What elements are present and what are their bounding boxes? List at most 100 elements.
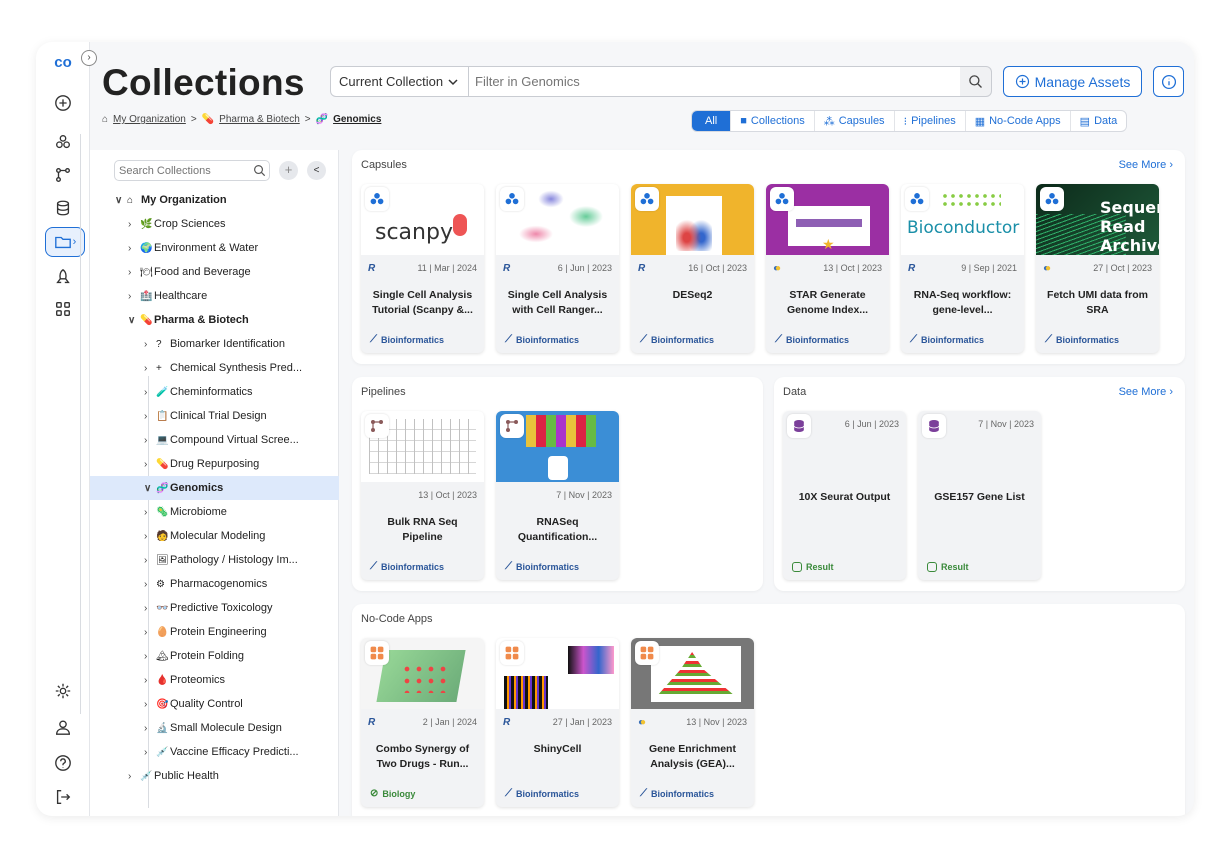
card-title: 10X Seurat Output	[798, 491, 891, 503]
chevron-right-icon: ›	[144, 650, 148, 662]
tree-item[interactable]: › 🖼 Pathology / Histology Im...	[90, 548, 339, 572]
tab-pipelines[interactable]: ⁝ Pipelines	[895, 111, 966, 131]
tree-item[interactable]: › 🔬 Small Molecule Design	[90, 716, 339, 740]
data-card[interactable]: 7 | Nov | 2023 GSE157 Gene List Result	[918, 411, 1041, 580]
no-code-apps-heading: No-Code Apps	[361, 613, 433, 625]
pipeline-card[interactable]: 13 | Oct | 2023 Bulk RNA Seq Pipeline ⟋ Bio…	[361, 411, 484, 580]
tree-item[interactable]: › 🎯 Quality Control	[90, 692, 339, 716]
tab-all[interactable]: All	[692, 111, 732, 131]
tab-data[interactable]: ▤ Data	[1071, 111, 1127, 131]
dna-icon: ⟋	[910, 334, 917, 345]
capsules-nav-icon[interactable]	[45, 127, 81, 157]
tree-item-label: Genomics	[170, 482, 224, 494]
manage-assets-button[interactable]: Manage Assets	[1003, 66, 1142, 97]
data-card[interactable]: 6 | Jun | 2023 10X Seurat Output Result	[783, 411, 906, 580]
tree-item[interactable]: › 🏥 Healthcare	[90, 284, 339, 308]
tree-item[interactable]: ∨ 💊 Pharma & Biotech	[90, 308, 339, 332]
help-icon[interactable]	[45, 748, 81, 778]
capsule-card[interactable]: R 16 | Oct | 2023 DESeq2 ⟋ Bioinformatics	[631, 184, 754, 353]
tree-item[interactable]: › 🧪 Cheminformatics	[90, 380, 339, 404]
chevron-right-icon: ›	[144, 338, 148, 350]
tree-item[interactable]: ›? Biomarker Identification	[90, 332, 339, 356]
card-date: 27 | Oct | 2023	[1093, 263, 1152, 273]
capsule-card[interactable]: R 6 | Jun | 2023 Single Cell Analysis with…	[496, 184, 619, 353]
collapse-tree-button[interactable]: <	[307, 161, 326, 180]
collections-nav-icon[interactable]: ›	[45, 227, 85, 257]
pipelines-panel: Pipelines 13 | Oct | 2023 Bulk RNA Seq Pi…	[352, 377, 763, 591]
info-button[interactable]	[1153, 66, 1184, 97]
app-card[interactable]: R 27 | Jan | 2023 ShinyCell ⟋ Bioinformatics	[496, 638, 619, 807]
card-title: DESeq2	[672, 289, 713, 301]
r-language-icon: R	[908, 262, 916, 274]
tree-item[interactable]: › 📋 Clinical Trial Design	[90, 404, 339, 428]
dna-icon: ⟋	[505, 334, 512, 345]
search-icon	[969, 75, 982, 88]
tab-collections[interactable]: ■ Collections	[731, 111, 815, 131]
breadcrumb-my-organization[interactable]: My Organization	[113, 114, 186, 125]
page-title: Collections	[102, 62, 305, 103]
tree-item-label: Public Health	[154, 770, 219, 782]
capsule-card[interactable]: ★ ●● 13 | Oct | 2023 STAR Generate Genome I…	[766, 184, 889, 353]
chevron-down-icon: ∨	[144, 482, 152, 494]
app-card[interactable]: R 2 | Jan | 2024 Combo Synergy of Two Drug…	[361, 638, 484, 807]
category-tag: ⊘ Biology	[370, 788, 415, 799]
expand-rail-button[interactable]: ›	[81, 50, 97, 66]
collection-emoji-icon: 🦠	[156, 506, 169, 518]
pipeline-card[interactable]: 7 | Nov | 2023 RNASeq Quantification... ⟋ B…	[496, 411, 619, 580]
card-title: ShinyCell	[533, 743, 582, 755]
tree-root[interactable]: ∨ ⌂ My Organization	[90, 188, 339, 212]
card-meta: ●● 13 | Nov | 2023	[631, 712, 754, 732]
tree-item[interactable]: › ⚙ Pharmacogenomics	[90, 572, 339, 596]
info-icon	[1161, 74, 1176, 89]
add-collection-button[interactable]: +	[279, 161, 298, 180]
tree-item-label: Quality Control	[170, 698, 243, 710]
search-input[interactable]	[468, 66, 961, 97]
tree-item-label: Chemical Synthesis Pred...	[170, 362, 303, 374]
search-button[interactable]	[960, 66, 992, 97]
settings-icon[interactable]	[45, 676, 81, 706]
scope-select[interactable]: Current Collection	[330, 66, 469, 97]
tree-item-label: Food and Beverage	[154, 266, 251, 278]
tree-item[interactable]: › 🏔 Protein Folding	[90, 644, 339, 668]
r-language-icon: R	[638, 262, 646, 274]
chevron-right-icon: ›	[144, 410, 148, 422]
result-icon	[792, 562, 802, 572]
user-icon[interactable]	[45, 712, 81, 742]
capsule-card[interactable]: SequenceReadArchive ●● 27 | Oct | 2023 Fetc…	[1036, 184, 1159, 353]
breadcrumb-pharma-biotech[interactable]: Pharma & Biotech	[219, 114, 300, 125]
tree-item[interactable]: ∨ 🧬 Genomics	[90, 476, 339, 500]
tree-item[interactable]: › 💊 Drug Repurposing	[90, 452, 339, 476]
tree-item[interactable]: › 💻 Compound Virtual Scree...	[90, 428, 339, 452]
tree-item[interactable]: › 🌿 Crop Sciences	[90, 212, 339, 236]
tree-item[interactable]: › 🧑 Molecular Modeling	[90, 524, 339, 548]
rocket-nav-icon[interactable]	[45, 262, 81, 292]
pipelines-nav-icon[interactable]	[45, 160, 81, 190]
tab-capsules[interactable]: ⁂ Capsules	[815, 111, 895, 131]
category-tag: ⟋ Bioinformatics	[1045, 334, 1119, 345]
app-card[interactable]: ●● 13 | Nov | 2023 Gene Enrichment Analysi…	[631, 638, 754, 807]
card-title: Combo Synergy of Two Drugs - Run...	[375, 743, 470, 770]
tree-item[interactable]: › + Chemical Synthesis Pred...	[90, 356, 339, 380]
data-see-more-link[interactable]: See More ›	[1119, 386, 1173, 398]
tree-item[interactable]: › 🌍 Environment & Water	[90, 236, 339, 260]
logout-icon[interactable]	[45, 782, 81, 812]
tree-item[interactable]: › 🦠 Microbiome	[90, 500, 339, 524]
data-nav-icon[interactable]	[45, 193, 81, 223]
capsule-card[interactable]: Bioconductor R 9 | Sep | 2021 RNA-Seq workf…	[901, 184, 1024, 353]
capsule-card[interactable]: scanpy R 11 | Mar | 2024 Single Cell Analys…	[361, 184, 484, 353]
tree-item[interactable]: › 🍽 Food and Beverage	[90, 260, 339, 284]
tab-no-code-apps[interactable]: ▦ No-Code Apps	[966, 111, 1071, 131]
chevron-right-icon: ›	[144, 434, 148, 446]
tree-item[interactable]: › 💉 Vaccine Efficacy Predicti...	[90, 740, 339, 764]
capsules-see-more-link[interactable]: See More ›	[1119, 159, 1173, 171]
tree-item[interactable]: › 👓 Predictive Toxicology	[90, 596, 339, 620]
tree-item[interactable]: › 🥚 Protein Engineering	[90, 620, 339, 644]
create-icon[interactable]	[45, 88, 81, 118]
tree-item[interactable]: › 🩸 Proteomics	[90, 668, 339, 692]
chevron-right-icon: ›	[144, 746, 148, 758]
tree-item[interactable]: › 💉 Public Health	[90, 764, 339, 788]
tree-search-input[interactable]	[114, 160, 270, 181]
apps-nav-icon[interactable]	[45, 294, 81, 324]
r-language-icon: R	[503, 716, 511, 728]
codeocean-logo[interactable]: co	[44, 54, 82, 74]
